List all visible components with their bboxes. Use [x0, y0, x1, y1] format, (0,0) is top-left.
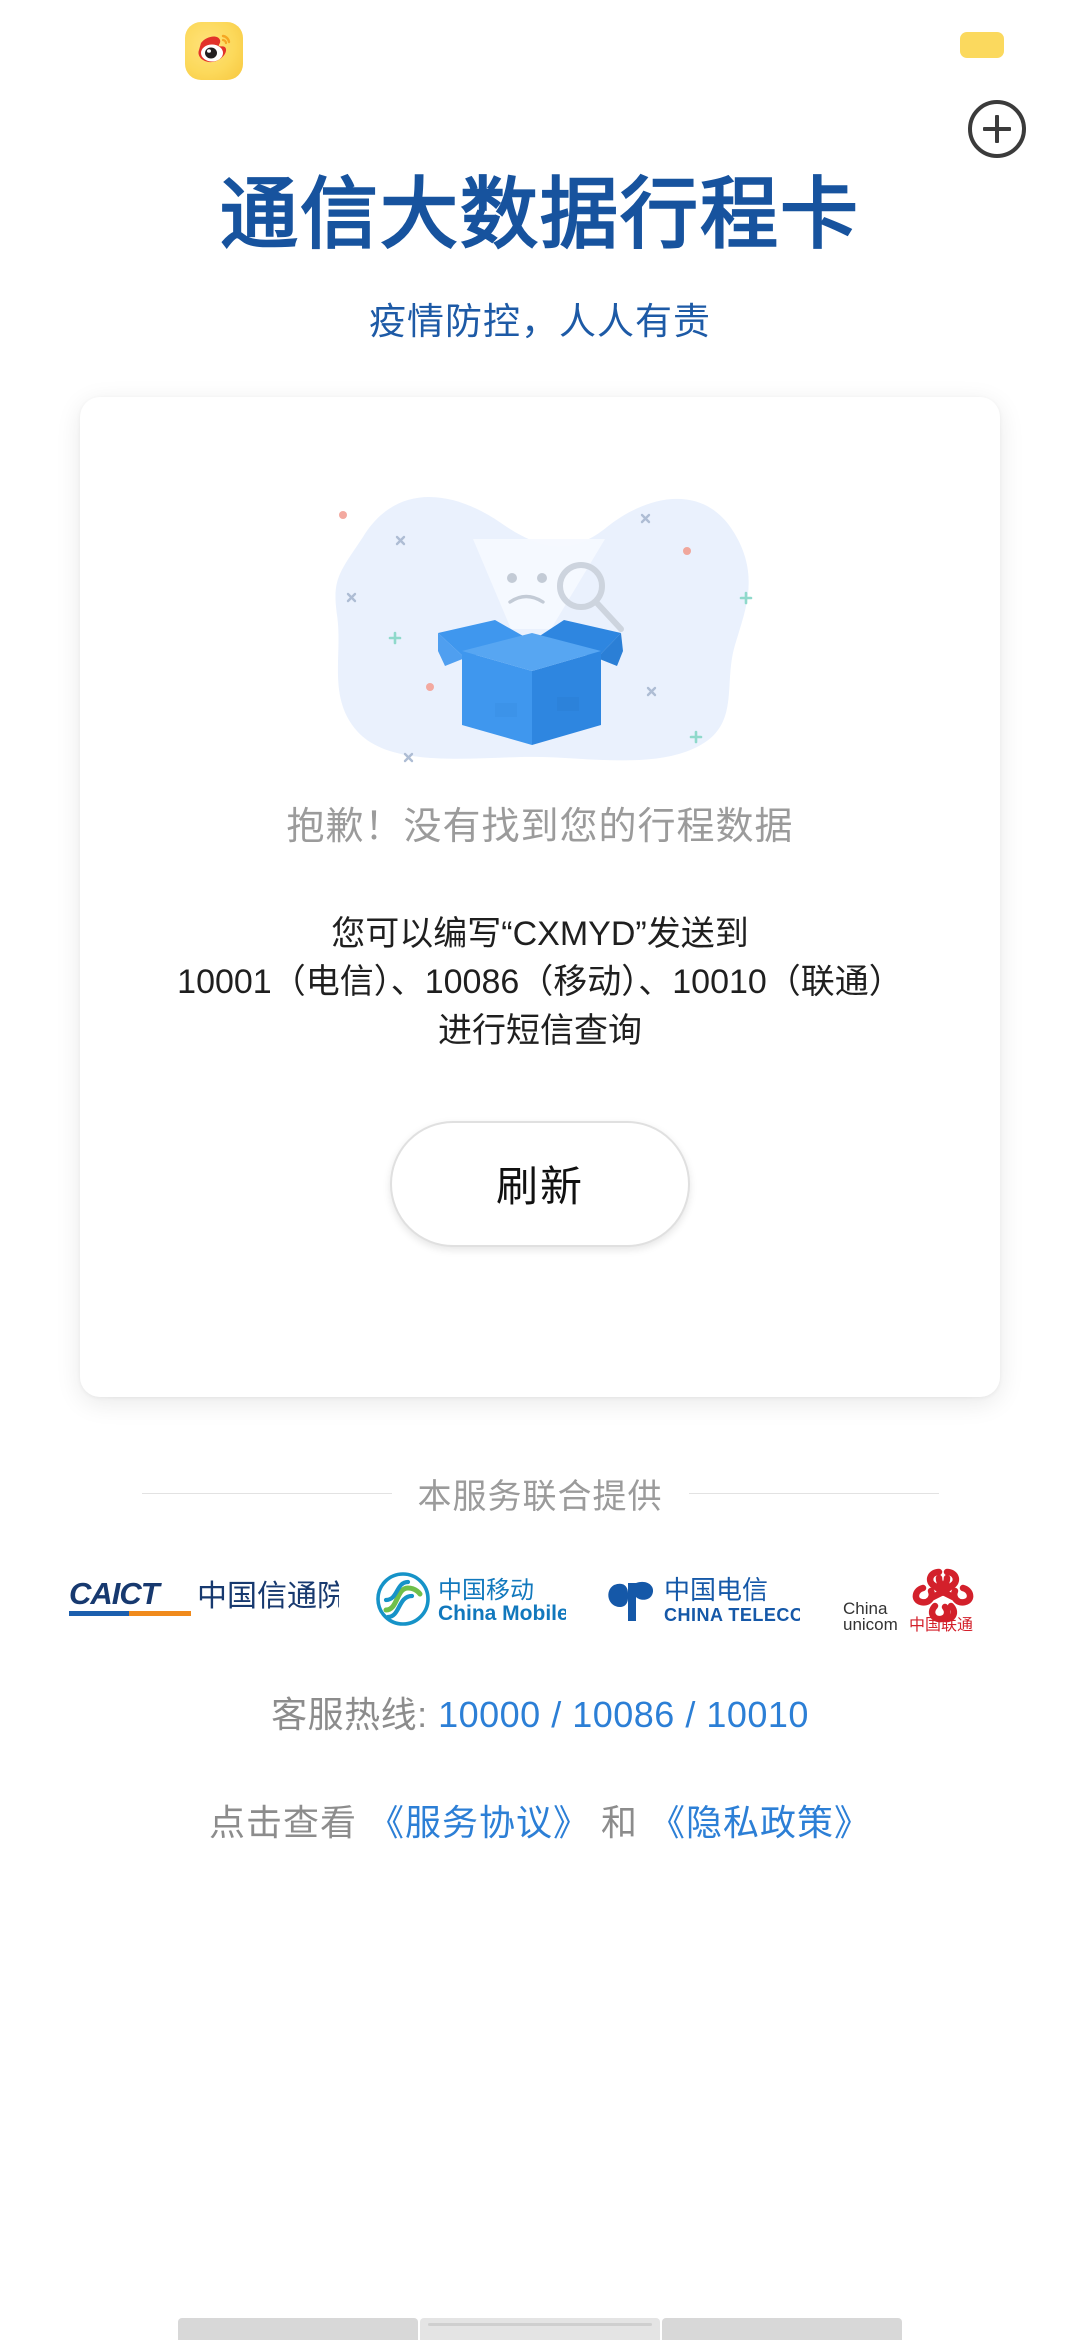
- svg-text:CHINA TELECOM: CHINA TELECOM: [664, 1605, 800, 1625]
- system-navigation-bar: [0, 2312, 1080, 2340]
- nav-back-region[interactable]: [178, 2318, 418, 2340]
- hotline-label: 客服热线:: [271, 1694, 428, 1735]
- app-screen: 通信大数据行程卡 疫情防控，人人有责 抱歉！没有找到您的行程数据 您可以编写“C…: [0, 0, 1080, 2340]
- divider-left: [141, 1493, 392, 1494]
- service-agreement-link[interactable]: 《服务协议》: [368, 1802, 590, 1843]
- svg-text:中国联通: 中国联通: [909, 1615, 973, 1634]
- plus-circle-icon[interactable]: [968, 100, 1026, 158]
- partner-logos: CAICT 中国信通院 中国移动 China Mobile 中国电信 CHINA…: [35, 1564, 1045, 1634]
- svg-text:CAICT: CAICT: [69, 1576, 163, 1611]
- result-card: 抱歉！没有找到您的行程数据 您可以编写“CXMYD”发送到 10001（电信）、…: [80, 397, 1000, 1397]
- privacy-policy-link[interactable]: 《隐私政策》: [649, 1802, 871, 1843]
- divider-right: [688, 1493, 939, 1494]
- customer-hotline: 客服热线: 10000 / 10086 / 10010: [271, 1686, 809, 1738]
- empty-state-title: 抱歉！没有找到您的行程数据: [286, 806, 794, 848]
- svg-text:中国移动: 中国移动: [438, 1576, 534, 1604]
- china-telecom-logo[interactable]: 中国电信 CHINA TELECOM: [600, 1571, 800, 1627]
- top-chrome: [0, 0, 1080, 158]
- refresh-button[interactable]: 刷新: [390, 1120, 690, 1247]
- caict-logo[interactable]: CAICT 中国信通院: [69, 1572, 339, 1626]
- page-subtitle: 疫情防控，人人有责: [369, 301, 711, 342]
- sms-query-hint: 您可以编写“CXMYD”发送到 10001（电信）、10086（移动）、1001…: [177, 915, 903, 1050]
- empty-box-search-illustration: [305, 455, 775, 775]
- agreement-conjunction: 和: [601, 1802, 639, 1843]
- agreement-prefix: 点击查看: [208, 1802, 357, 1843]
- china-mobile-logo[interactable]: 中国移动 China Mobile: [374, 1570, 566, 1628]
- china-unicom-logo[interactable]: China unicom 中国联通: [835, 1564, 1011, 1634]
- hotline-numbers[interactable]: 10000 / 10086 / 10010: [438, 1694, 809, 1735]
- provided-by-label: 本服务联合提供: [417, 1478, 663, 1516]
- svg-text:unicom: unicom: [843, 1615, 898, 1634]
- agreement-links: 点击查看 《服务协议》 和 《隐私政策》: [209, 1794, 871, 1846]
- svg-text:中国信通院: 中国信通院: [197, 1579, 339, 1614]
- yellow-chip-icon: [960, 32, 1004, 58]
- weibo-icon[interactable]: [185, 22, 243, 80]
- nav-recents-region[interactable]: [662, 2318, 902, 2340]
- svg-text:中国电信: 中国电信: [664, 1576, 768, 1606]
- provided-by-section: 本服务联合提供: [80, 1469, 1000, 1518]
- svg-text:China Mobile: China Mobile: [438, 1602, 566, 1625]
- nav-home-indicator[interactable]: [420, 2318, 660, 2340]
- page-title: 通信大数据行程卡: [219, 170, 860, 258]
